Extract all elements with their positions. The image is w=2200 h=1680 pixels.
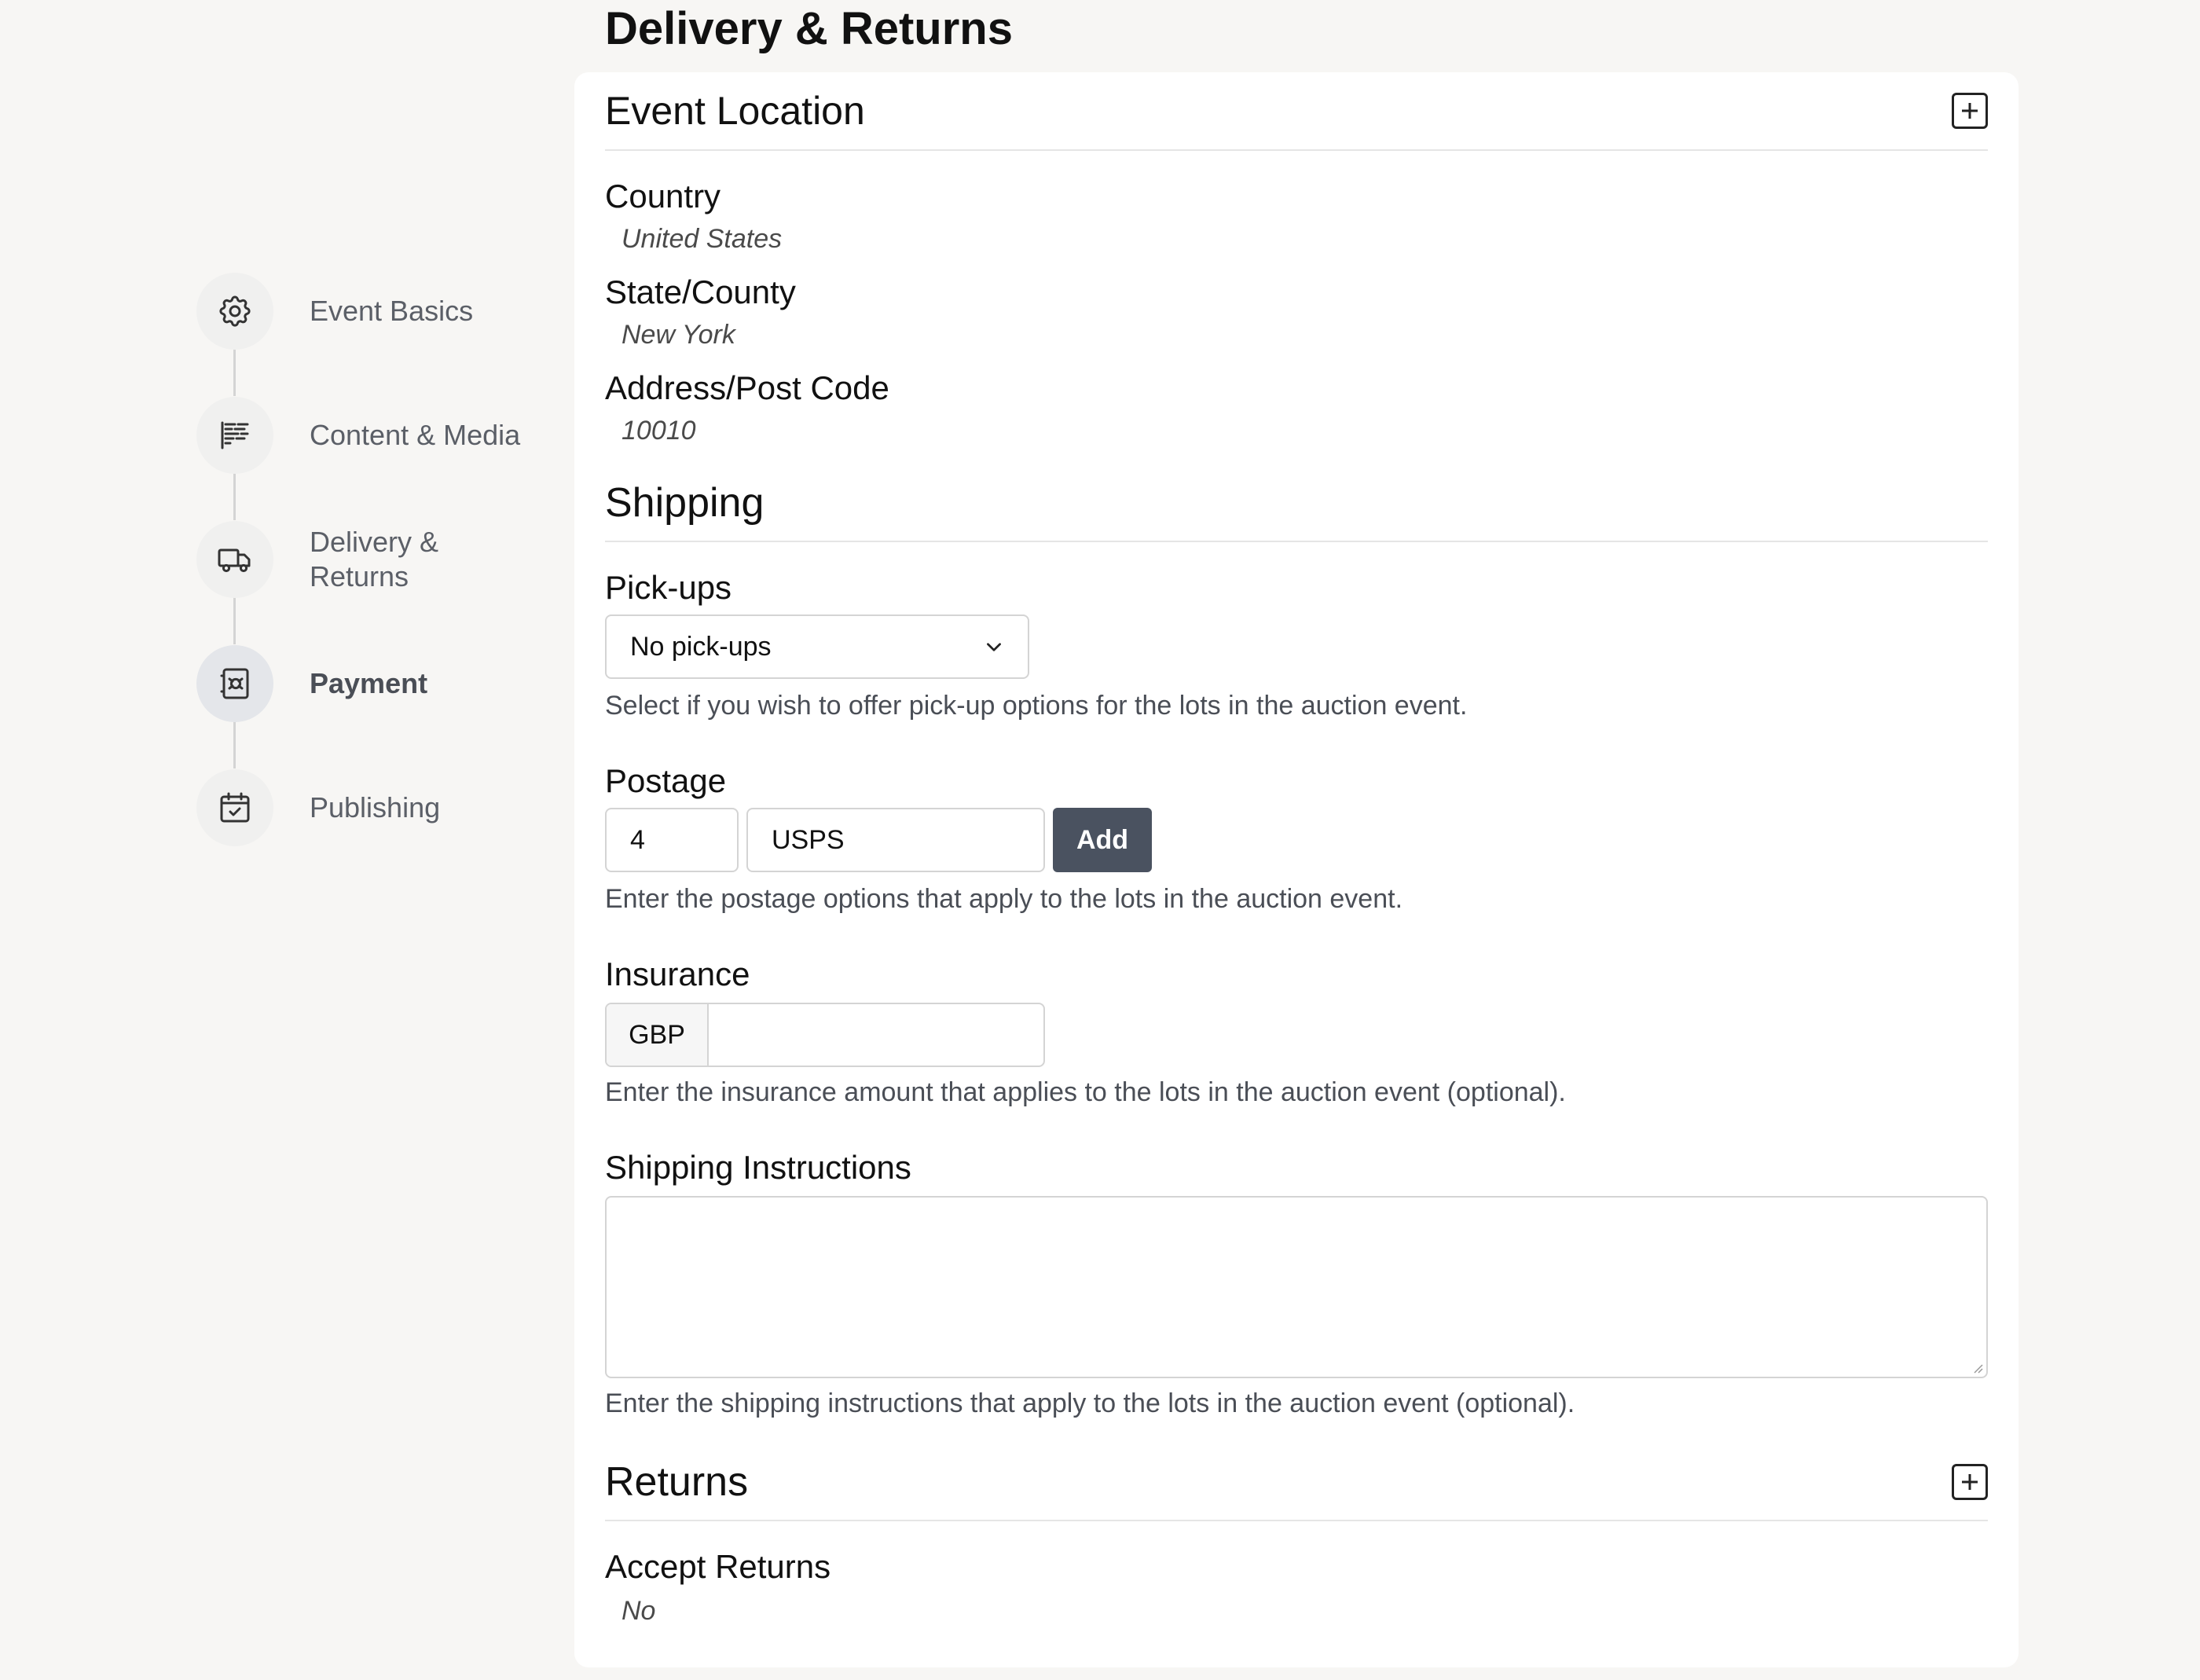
plus-icon bbox=[1962, 1474, 1978, 1490]
calendar-check-icon bbox=[196, 769, 273, 846]
pickups-label: Pick-ups bbox=[605, 569, 732, 606]
accept-returns-value: No bbox=[622, 1596, 656, 1626]
insurance-help: Enter the insurance amount that applies … bbox=[605, 1077, 1566, 1107]
instructions-help: Enter the shipping instructions that app… bbox=[605, 1388, 1575, 1418]
postage-label: Postage bbox=[605, 762, 727, 799]
step-delivery-returns[interactable]: Delivery & Returns bbox=[196, 520, 542, 599]
resize-grip-icon[interactable] bbox=[1972, 1363, 1983, 1374]
postage-carrier-value: USPS bbox=[772, 824, 845, 855]
postage-amount-input[interactable]: 4 bbox=[605, 808, 739, 872]
country-label: Country bbox=[605, 178, 721, 215]
pickups-select[interactable]: No pick-ups bbox=[605, 614, 1029, 679]
step-label: Publishing bbox=[310, 791, 441, 823]
truck-icon bbox=[196, 521, 273, 598]
returns-header: Returns bbox=[605, 1444, 1988, 1521]
step-content-media[interactable]: Content & Media bbox=[196, 396, 542, 475]
step-label: Payment bbox=[310, 667, 428, 699]
expand-event-location-button[interactable] bbox=[1952, 93, 1988, 129]
add-postage-button[interactable]: Add bbox=[1053, 808, 1152, 872]
pickups-help: Select if you wish to offer pick-up opti… bbox=[605, 691, 1468, 721]
step-connector bbox=[233, 473, 236, 520]
delivery-returns-card: Event Location Country United States Sta… bbox=[574, 72, 2018, 1667]
event-location-title: Event Location bbox=[605, 89, 865, 133]
page-title: Delivery & Returns bbox=[605, 3, 1013, 54]
step-payment[interactable]: Payment bbox=[196, 644, 542, 723]
postage-amount-value: 4 bbox=[630, 824, 645, 855]
instructions-textarea[interactable] bbox=[605, 1196, 1988, 1378]
pickups-selected-value: No pick-ups bbox=[630, 631, 772, 662]
chevron-down-icon bbox=[987, 643, 1001, 651]
shipping-title: Shipping bbox=[605, 480, 764, 526]
insurance-input-group: GBP bbox=[605, 1003, 1045, 1067]
step-publishing[interactable]: Publishing bbox=[196, 768, 542, 847]
step-label: Event Basics bbox=[310, 295, 474, 327]
text-lines-icon bbox=[196, 397, 273, 474]
accept-returns-label: Accept Returns bbox=[605, 1548, 831, 1585]
step-label: Delivery & Returns bbox=[310, 526, 439, 592]
step-label: Content & Media bbox=[310, 419, 521, 451]
safe-icon bbox=[196, 645, 273, 722]
postage-help: Enter the postage options that apply to … bbox=[605, 884, 1403, 914]
instructions-label: Shipping Instructions bbox=[605, 1149, 911, 1186]
insurance-currency: GBP bbox=[607, 1004, 709, 1066]
address-label: Address/Post Code bbox=[605, 369, 889, 406]
returns-title: Returns bbox=[605, 1459, 749, 1505]
event-location-header: Event Location bbox=[605, 72, 1988, 151]
step-connector bbox=[233, 597, 236, 644]
insurance-input[interactable] bbox=[709, 1004, 1043, 1066]
state-value: New York bbox=[622, 320, 735, 350]
address-value: 10010 bbox=[622, 416, 696, 446]
postage-carrier-input[interactable]: USPS bbox=[746, 808, 1045, 872]
step-event-basics[interactable]: Event Basics bbox=[196, 272, 542, 350]
insurance-label: Insurance bbox=[605, 956, 750, 992]
step-connector bbox=[233, 721, 236, 768]
country-value: United States bbox=[622, 224, 783, 254]
gear-icon bbox=[196, 273, 273, 350]
shipping-header: Shipping bbox=[605, 465, 1988, 542]
step-connector bbox=[233, 349, 236, 396]
plus-icon bbox=[1962, 103, 1978, 119]
state-label: State/County bbox=[605, 273, 796, 310]
expand-returns-button[interactable] bbox=[1952, 1464, 1988, 1500]
